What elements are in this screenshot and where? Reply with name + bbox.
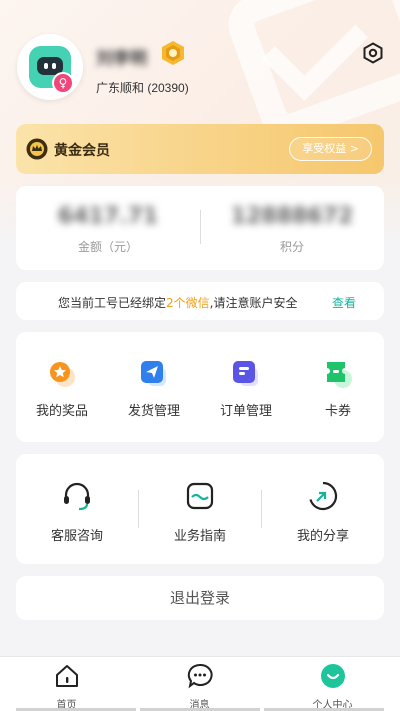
my-share-button[interactable]: 我的分享 [262, 480, 384, 544]
customer-service-button[interactable]: 客服咨询 [16, 480, 138, 544]
bottom-tab-bar: 首页 消息 个人中心 [0, 656, 400, 711]
tool-label: 业务指南 [173, 529, 226, 544]
balance-stat[interactable]: 6417.71 金额（元） [16, 204, 200, 255]
level-badge-icon [162, 41, 184, 65]
vip-membership-card[interactable]: 黄金会员 享受权益 > [16, 124, 384, 174]
points-stat[interactable]: 12888672 积分 [200, 204, 384, 255]
tab-messages[interactable]: 消息 [133, 663, 266, 711]
my-prizes-button[interactable]: 我的奖品 [16, 360, 108, 419]
business-guide-button[interactable]: 业务指南 [139, 480, 261, 544]
notice-highlight: 2个微信 [166, 296, 210, 310]
headset-icon [64, 482, 90, 511]
wechat-binding-notice: 您当前工号已经绑定2个微信,请注意账户安全 查看 [16, 282, 384, 320]
shipping-management-button[interactable]: 发货管理 [108, 360, 200, 419]
smile-icon [320, 664, 345, 688]
ticket-icon [327, 362, 352, 388]
company-info: 广东顺和 (20390) [96, 81, 189, 95]
service-label: 我的奖品 [35, 404, 88, 419]
vip-benefits-button[interactable]: 享受权益 > [289, 137, 372, 161]
share-icon [309, 481, 338, 511]
tools-card: 客服咨询 业务指南 我的分享 [16, 454, 384, 564]
coupons-button[interactable]: 卡券 [292, 360, 384, 419]
tab-profile[interactable]: 个人中心 [266, 663, 399, 711]
home-icon [55, 665, 78, 687]
female-gender-icon: ♀ [52, 72, 74, 94]
crown-badge-icon [26, 138, 48, 160]
services-card: 我的奖品 发货管理 订单管理 卡券 [16, 332, 384, 442]
service-label: 订单管理 [219, 404, 272, 419]
settings-icon[interactable] [362, 42, 384, 64]
balance-label: 金额（元） [77, 240, 138, 254]
prize-icon [50, 362, 75, 387]
points-value: 12888672 [230, 204, 354, 229]
service-label: 发货管理 [127, 404, 180, 419]
logout-button[interactable]: 退出登录 [16, 576, 384, 620]
points-label: 积分 [279, 240, 304, 254]
notice-message: 您当前工号已经绑定2个微信,请注意账户安全 [58, 296, 298, 310]
paper-plane-icon [141, 361, 166, 386]
guide-icon [186, 482, 214, 510]
username: 刘李明 [96, 49, 147, 69]
message-icon [187, 663, 213, 689]
view-link[interactable]: 查看 [332, 294, 356, 311]
service-label: 卡券 [324, 404, 351, 419]
order-icon [233, 361, 258, 386]
avatar[interactable] [17, 34, 83, 100]
order-management-button[interactable]: 订单管理 [200, 360, 292, 419]
tab-home[interactable]: 首页 [0, 663, 133, 711]
tool-label: 客服咨询 [50, 529, 103, 544]
stats-card: 6417.71 金额（元） 12888672 积分 [16, 186, 384, 270]
vip-title: 黄金会员 [54, 143, 110, 159]
balance-value: 6417.71 [57, 204, 159, 229]
tool-label: 我的分享 [296, 529, 349, 544]
